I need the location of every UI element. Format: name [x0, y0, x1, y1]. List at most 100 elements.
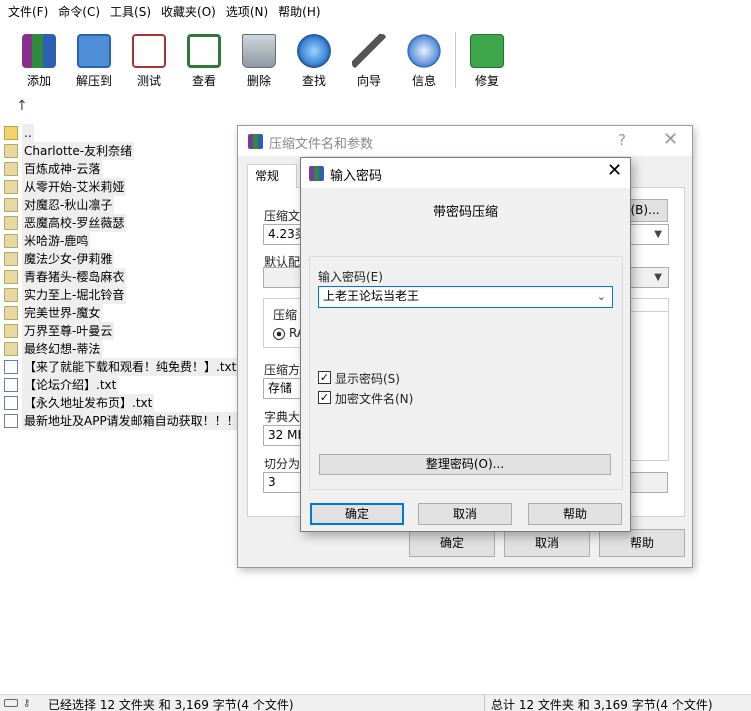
path-bar: ↑: [0, 94, 751, 120]
status-total: 总计 12 文件夹 和 3,169 字节(4 个文件): [491, 698, 713, 711]
menu-commands[interactable]: 命令(C): [53, 0, 105, 24]
checklist-icon: [132, 34, 166, 68]
encrypt-filenames-label: 加密文件名(N): [335, 392, 414, 406]
key-icon: ⚷: [23, 698, 31, 709]
folder-icon: [4, 198, 18, 212]
folder-row[interactable]: 百炼成神-云落: [4, 160, 103, 178]
dictionary-select[interactable]: 32 MB: [263, 425, 303, 446]
toolbar-separator: [455, 32, 457, 88]
method-label: 压缩方: [264, 363, 301, 377]
file-name: 实力至上-堀北铃音: [22, 286, 127, 304]
folder-row[interactable]: 魔法少女-伊莉雅: [4, 250, 115, 268]
file-name: 对魔忍-秋山凛子: [22, 196, 115, 214]
folder-row[interactable]: 完美世界-魔女: [4, 304, 103, 322]
archive-books-icon: [22, 34, 56, 68]
text-file-icon: [4, 414, 18, 428]
split-label: 切分为: [264, 457, 301, 471]
archive-dialog-title: 压缩文件名和参数: [269, 137, 374, 152]
encrypt-filenames-checkbox[interactable]: ✓: [318, 391, 331, 404]
chevron-down-icon: ⌄: [596, 290, 606, 303]
info-label: 信息: [411, 74, 436, 88]
folder-row[interactable]: 青春猪头-樱岛麻衣: [4, 268, 127, 286]
repair-button[interactable]: 修复: [461, 32, 513, 88]
close-icon[interactable]: ✕: [607, 160, 622, 181]
add-button[interactable]: 添加: [13, 32, 65, 88]
menu-help[interactable]: 帮助(H): [273, 0, 325, 24]
view-label: 查看: [191, 74, 216, 88]
view-button[interactable]: 查看: [178, 32, 230, 88]
file-name: 【来了就能下载和观看！纯免费！】.txt: [22, 358, 239, 376]
dictionary-value: 32 MB: [268, 428, 303, 442]
file-name: Charlotte-友利奈绪: [22, 142, 135, 160]
info-button[interactable]: 信息: [398, 32, 450, 88]
find-button[interactable]: 查找: [288, 32, 340, 88]
info-icon: [407, 34, 441, 68]
file-name: 从零开始-艾米莉娅: [22, 178, 127, 196]
menu-favorites[interactable]: 收藏夹(O): [156, 0, 221, 24]
menu-tools[interactable]: 工具(S): [105, 0, 156, 24]
folder-row[interactable]: 实力至上-堀北铃音: [4, 286, 127, 304]
password-dialog-title: 输入密码: [330, 169, 383, 184]
file-row[interactable]: 最新地址及APP请发邮箱自动获取！！！.: [4, 412, 245, 430]
folder-row[interactable]: Charlotte-友利奈绪: [4, 142, 135, 160]
dictionary-label: 字典大: [264, 410, 301, 424]
delete-label: 删除: [246, 74, 271, 88]
menu-file[interactable]: 文件(F): [3, 0, 53, 24]
split-unit-select[interactable]: [628, 472, 668, 493]
file-row[interactable]: 【来了就能下载和观看！纯免费！】.txt: [4, 358, 239, 376]
tab-general[interactable]: 常规: [247, 164, 297, 188]
help-button[interactable]: 帮助: [528, 503, 622, 525]
file-name: 完美世界-魔女: [22, 304, 103, 322]
cancel-button[interactable]: 取消: [418, 503, 512, 525]
split-input[interactable]: 3: [263, 472, 303, 493]
folder-row[interactable]: 米哈游-鹿鸣: [4, 232, 91, 250]
folder-icon: [4, 180, 18, 194]
folder-row[interactable]: 最终幻想-蒂法: [4, 340, 103, 358]
magic-wand-icon: [352, 34, 386, 68]
up-arrow-icon[interactable]: ↑: [16, 98, 28, 114]
password-dialog-heading: 带密码压缩: [432, 205, 498, 220]
test-button[interactable]: 测试: [123, 32, 175, 88]
first-aid-box-icon: [470, 34, 504, 68]
close-icon[interactable]: ✕: [663, 129, 678, 150]
file-row[interactable]: 【永久地址发布页】.txt: [4, 394, 155, 412]
folder-icon: [4, 306, 18, 320]
status-bar: ⚷ 已经选择 12 文件夹 和 3,169 字节(4 个文件) 总计 12 文件…: [0, 694, 751, 711]
menu-options[interactable]: 选项(N): [221, 0, 273, 24]
delete-button[interactable]: 删除: [233, 32, 285, 88]
cancel-button[interactable]: 取消: [504, 529, 590, 557]
repair-label: 修复: [474, 74, 499, 88]
folder-row[interactable]: 恶魔高校-罗丝薇瑟: [4, 214, 127, 232]
folder-row[interactable]: 万界至尊-叶曼云: [4, 322, 115, 340]
folder-row[interactable]: 从零开始-艾米莉娅: [4, 178, 127, 196]
winrar-icon: [309, 166, 324, 181]
parent-folder-icon: [4, 126, 18, 140]
folder-icon: [4, 252, 18, 266]
folder-icon: [4, 234, 18, 248]
ok-button[interactable]: 确定: [310, 503, 404, 525]
show-password-checkbox[interactable]: ✓: [318, 371, 331, 384]
file-name: 【永久地址发布页】.txt: [22, 394, 155, 412]
password-dialog: 输入密码 ✕ 带密码压缩 输入密码(E) 上老王论坛当老王 ⌄ ✓ 显示密码(S…: [300, 157, 631, 532]
help-button[interactable]: 帮助: [599, 529, 685, 557]
folder-row[interactable]: ..: [4, 124, 34, 142]
chevron-down-icon: ▼: [654, 272, 662, 283]
find-label: 查找: [301, 74, 326, 88]
folder-icon: [4, 288, 18, 302]
password-input[interactable]: 上老王论坛当老王 ⌄: [318, 286, 613, 308]
wizard-button[interactable]: 向导: [343, 32, 395, 88]
folder-icon: [4, 324, 18, 338]
folder-row[interactable]: 对魔忍-秋山凛子: [4, 196, 115, 214]
rar-radio[interactable]: [273, 328, 285, 340]
extract-button[interactable]: 解压到: [68, 32, 120, 88]
file-row[interactable]: 【论坛介绍】.txt: [4, 376, 119, 394]
help-icon[interactable]: ?: [618, 131, 626, 149]
file-name: 【论坛介绍】.txt: [22, 376, 119, 394]
organize-passwords-button[interactable]: 整理密码(O)...: [319, 454, 611, 475]
archive-name-label: 压缩文: [264, 209, 301, 223]
method-select[interactable]: 存储: [263, 378, 303, 399]
folder-icon: [4, 162, 18, 176]
folder-icon: [77, 34, 111, 68]
ok-button[interactable]: 确定: [409, 529, 495, 557]
archive-dialog-titlebar: 压缩文件名和参数 ? ✕: [238, 126, 692, 156]
